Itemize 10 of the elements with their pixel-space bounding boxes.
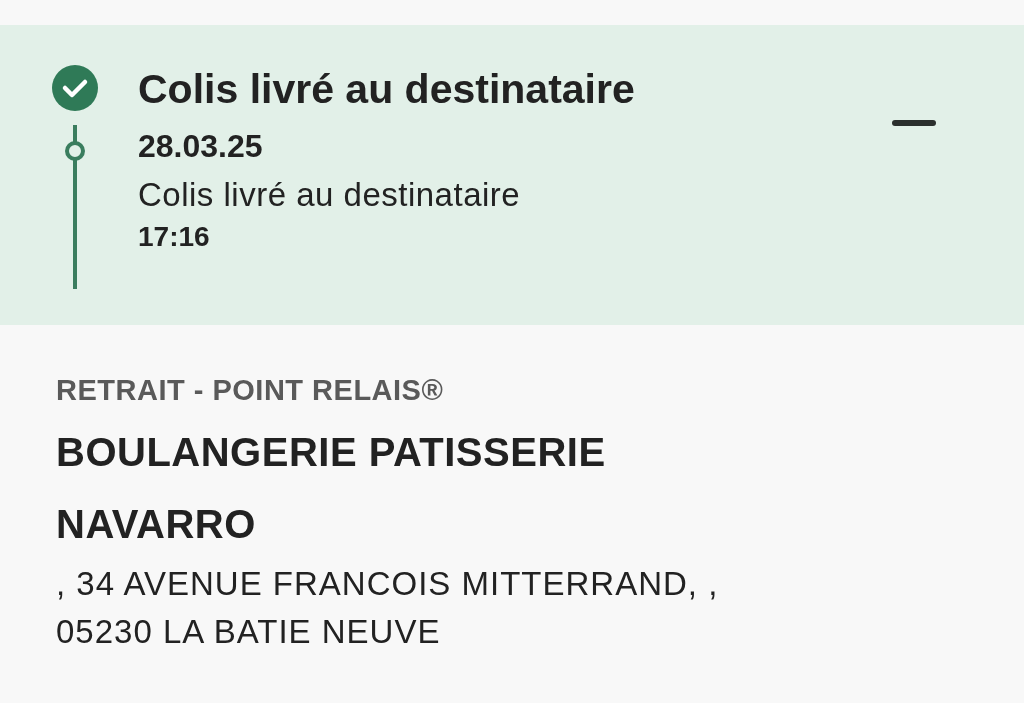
collapse-icon[interactable] <box>892 120 936 126</box>
address-line: 05230 LA BATIE NEUVE <box>56 612 442 652</box>
step-panel[interactable]: Colis livré au destinataire 28.03.25 Colis livré au destinataire 17:16 <box>0 25 1024 325</box>
step-title: Colis livré au destinataire <box>138 67 636 111</box>
pickup-label: RETRAIT - POINT RELAIS® <box>56 373 445 408</box>
event-time: 17:16 <box>138 220 211 254</box>
address-line: , 34 AVENUE FRANCOIS MITTERRAND, , <box>56 564 720 604</box>
event-date: 28.03.25 <box>138 127 264 165</box>
pickup-name: BOULANGERIE PATISSERIE NAVARRO <box>56 429 607 548</box>
event-description: Colis livré au destinataire <box>138 175 522 215</box>
